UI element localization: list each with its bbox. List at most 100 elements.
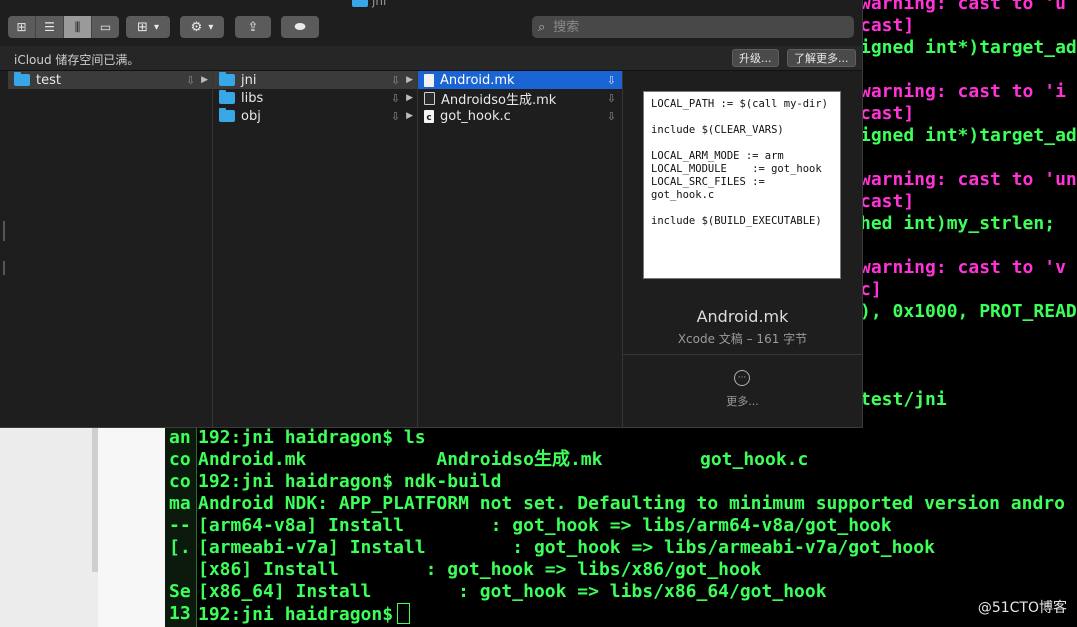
column-browser: test ⇩ ▶ jni ⇩ ▶ libs ⇩ ▶ obj ⇩ ▶ Androi… <box>0 71 862 427</box>
terminal-line-text: [x86_64] Install : got_hook => libs/x86_… <box>198 581 827 602</box>
terminal-line-text: [arm64-v8a] Install : got_hook => libs/a… <box>198 515 892 536</box>
terminal-line: cast] <box>860 103 915 124</box>
share-button[interactable]: ⇪ <box>235 16 271 38</box>
window-title: jni <box>352 0 386 8</box>
share-icon: ⇪ <box>247 19 259 35</box>
terminal-line: warning: cast to 'v <box>860 257 1066 278</box>
file-preview-thumbnail[interactable]: LOCAL_PATH := $(call my-dir) include $(C… <box>643 91 841 279</box>
list-item[interactable]: Androidso生成.mk ⇩ <box>418 89 622 108</box>
divider <box>623 354 862 355</box>
tag-button[interactable]: ⬬ <box>281 16 319 38</box>
item-name: test <box>36 72 61 88</box>
preview-pane: LOCAL_PATH := $(call my-dir) include $(C… <box>623 71 862 427</box>
terminal-window-right[interactable]: warning: cast to 'u cast] igned int*)targe… <box>860 0 1077 430</box>
terminal-line: ), 0x1000, PROT_READ <box>860 301 1077 322</box>
terminal-line: Android NDK: APP_PLATFORM not set. Defau… <box>198 493 1065 515</box>
gallery-view-button[interactable]: ▭ <box>92 16 119 38</box>
terminal-line: cast] <box>860 191 915 212</box>
watermark: @51CTO博客 <box>977 600 1067 616</box>
terminal-line: [armeabi-v7a] Install : got_hook => libs… <box>198 537 935 559</box>
terminal-line: c] <box>860 279 882 300</box>
scroll-indicator <box>3 261 5 275</box>
folder-icon <box>219 72 235 86</box>
cloud-download-icon[interactable]: ⇩ <box>391 74 400 87</box>
folder-icon <box>219 108 235 122</box>
list-item[interactable]: Android.mk ⇩ <box>418 71 622 89</box>
chevron-right-icon: ▶ <box>406 111 413 121</box>
list-item[interactable]: libs ⇩ ▶ <box>213 89 417 107</box>
icloud-storage-banner: iCloud 储存空间已满。 升级... 了解更多... <box>0 46 862 71</box>
terminal-line-text: Android NDK: APP_PLATFORM not set. Defau… <box>198 493 1065 514</box>
terminal-gutter-text: Se <box>169 581 191 602</box>
terminal-gutter-text: ma <box>169 493 191 514</box>
cloud-download-icon[interactable]: ⇩ <box>391 92 400 105</box>
list-item[interactable]: c got_hook.c ⇩ <box>418 107 622 125</box>
preview-file-info: Xcode 文稿 – 161 字节 <box>677 332 808 346</box>
column-3[interactable]: Android.mk ⇩ Androidso生成.mk ⇩ c got_hook… <box>418 71 623 427</box>
item-name: jni <box>241 72 257 88</box>
item-name: got_hook.c <box>440 108 511 124</box>
terminal-line: cast] <box>860 15 915 36</box>
cloud-download-icon[interactable]: ⇩ <box>391 110 400 123</box>
terminal-cursor <box>397 603 411 624</box>
column-view-button[interactable]: ⫼ <box>64 16 92 38</box>
desktop-background <box>0 427 165 627</box>
terminal-gutter-text: co <box>169 471 191 492</box>
terminal-window-bottom[interactable]: an co co ma -- [. Se 13 192:jni haidragon$ ls And… <box>165 427 1077 627</box>
terminal-line: [arm64-v8a] Install : got_hook => libs/a… <box>198 515 892 537</box>
terminal-line: test/jni <box>860 389 947 410</box>
terminal-line: warning: cast to 'un <box>860 169 1077 190</box>
list-item[interactable]: test ⇩ ▶ <box>8 71 212 89</box>
folder-icon <box>219 90 235 104</box>
gear-icon: ⚙ <box>190 19 203 35</box>
cloud-download-icon[interactable]: ⇩ <box>186 74 195 87</box>
group-by-button[interactable]: ⊞ ▾ <box>126 16 170 38</box>
terminal-line: warning: cast to 'u <box>860 0 1066 14</box>
terminal-line: 192:jni haidragon$ <box>198 603 411 626</box>
terminal-gutter-text: an <box>169 427 191 448</box>
list-icon: ☰ <box>44 20 55 34</box>
toolbar: ⊞ ☰ ⫼ ▭ ⊞ ▾ ⚙ ▾ ⇪ ⬬ ⌕ <box>0 10 862 44</box>
cloud-download-icon[interactable]: ⇩ <box>607 74 616 87</box>
terminal-gutter-text: 13 <box>169 603 191 624</box>
more-button[interactable]: 更多... <box>623 393 862 409</box>
terminal-gutter-text: -- <box>169 515 191 536</box>
document-icon <box>424 73 434 87</box>
terminal-line-text: 192:jni haidragon$ ls <box>198 427 426 448</box>
list-item[interactable]: jni ⇩ ▶ <box>213 71 417 89</box>
icon-view-button[interactable]: ⊞ <box>8 16 36 38</box>
group-icon: ⊞ <box>137 19 148 35</box>
terminal-line: [x86_64] Install : got_hook => libs/x86_… <box>198 581 827 603</box>
cloud-download-icon[interactable]: ⇩ <box>607 92 616 105</box>
folder-icon <box>352 0 368 7</box>
upgrade-button[interactable]: 升级... <box>732 49 779 67</box>
folder-icon <box>14 72 30 86</box>
icloud-message: iCloud 储存空间已满。 <box>14 53 140 67</box>
search-field[interactable]: ⌕ <box>532 16 854 38</box>
file-preview-content: LOCAL_PATH := $(call my-dir) include $(C… <box>651 98 829 227</box>
column-1[interactable]: test ⇩ ▶ <box>0 71 213 427</box>
learn-more-button[interactable]: 了解更多... <box>787 49 856 67</box>
terminal-line: hed int)my_strlen; <box>860 213 1056 234</box>
chevron-right-icon: ▶ <box>201 75 208 85</box>
chevron-down-icon: ▾ <box>208 21 214 33</box>
action-button[interactable]: ⚙ ▾ <box>180 16 224 38</box>
terminal-line-text: [armeabi-v7a] Install : got_hook => libs… <box>198 537 935 558</box>
terminal-line-text: Android.mk Androidso生成.mk got_hook.c <box>198 449 809 470</box>
item-name: Android.mk <box>440 72 515 88</box>
search-input[interactable] <box>551 18 836 36</box>
terminal-line: [x86] Install : got_hook => libs/x86/got… <box>198 559 762 581</box>
window-title-text: jni <box>372 0 387 8</box>
c-source-file-icon: c <box>424 109 434 123</box>
finder-window[interactable]: jni ⊞ ☰ ⫼ ▭ ⊞ ▾ ⚙ ▾ ⇪ ⬬ ⌕ iCloud 储存空间已满。… <box>0 0 863 428</box>
more-icon[interactable]: ··· <box>734 370 750 386</box>
terminal-line: warning: cast to 'i <box>860 81 1066 102</box>
terminal-gutter-text: [. <box>169 537 191 558</box>
cloud-download-icon[interactable]: ⇩ <box>607 110 616 123</box>
list-view-button[interactable]: ☰ <box>36 16 64 38</box>
chevron-right-icon: ▶ <box>406 93 413 103</box>
terminal-line: 192:jni haidragon$ ls <box>198 427 426 449</box>
chevron-down-icon: ▾ <box>153 21 159 33</box>
column-2[interactable]: jni ⇩ ▶ libs ⇩ ▶ obj ⇩ ▶ <box>213 71 418 427</box>
list-item[interactable]: obj ⇩ ▶ <box>213 107 417 125</box>
